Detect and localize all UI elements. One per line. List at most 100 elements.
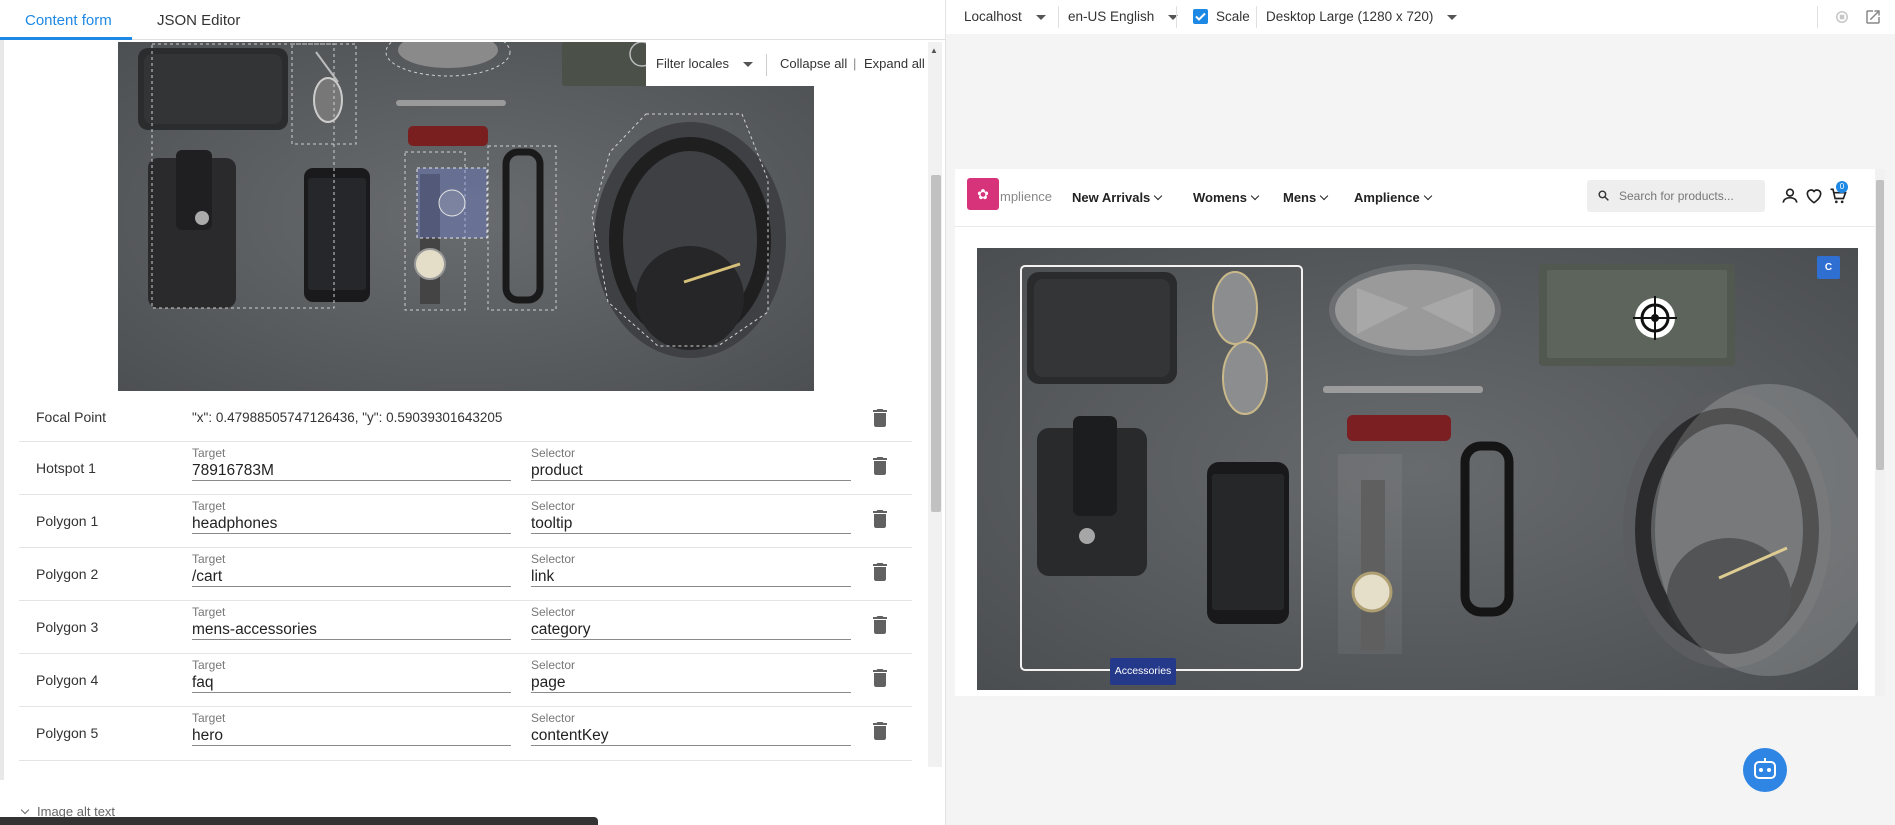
delete-trash-icon[interactable]	[868, 613, 892, 637]
locale-dropdown[interactable]: en-US English	[1068, 0, 1179, 34]
image-editor-canvas[interactable]	[118, 42, 814, 391]
form-scrollbar-thumb[interactable]	[931, 175, 941, 512]
selector-input[interactable]: tooltip	[531, 513, 851, 534]
hero-image[interactable]	[977, 248, 1858, 690]
heart-icon[interactable]	[1804, 186, 1824, 206]
target-field[interactable]: Target faq	[192, 658, 511, 693]
scale-label: Scale	[1216, 9, 1250, 24]
selector-field[interactable]: Selector page	[531, 658, 851, 693]
delete-trash-icon[interactable]	[868, 560, 892, 584]
divider	[1256, 6, 1257, 28]
divider	[1058, 6, 1059, 28]
nav-label: New Arrivals	[1072, 190, 1151, 205]
selector-field[interactable]: Selector tooltip	[531, 499, 851, 534]
hero-product-image	[977, 248, 1858, 690]
selector-input[interactable]: page	[531, 672, 851, 693]
target-label: Target	[192, 711, 226, 725]
selector-field[interactable]: Selector product	[531, 446, 851, 481]
selector-input[interactable]: link	[531, 566, 851, 587]
delete-trash-icon[interactable]	[868, 406, 892, 430]
search-input[interactable]: Search for products...	[1587, 180, 1765, 212]
form-gutter	[0, 40, 4, 780]
target-input[interactable]: hero	[192, 725, 511, 746]
status-url-bar	[0, 817, 598, 825]
target-input[interactable]: /cart	[192, 566, 511, 587]
nav-amplience[interactable]: Amplience	[1354, 190, 1432, 205]
open-in-new-icon[interactable]	[1864, 8, 1882, 26]
accessories-tag[interactable]: Accessories	[1110, 658, 1176, 685]
sync-icon[interactable]	[1833, 8, 1851, 26]
row-label: Polygon 5	[36, 725, 99, 741]
content-badge[interactable]: C	[1817, 256, 1840, 279]
gear-icon[interactable]: ✿	[967, 178, 999, 210]
selector-label: Selector	[531, 499, 576, 513]
divider	[1817, 6, 1818, 28]
assistant-bot-button[interactable]	[1743, 748, 1787, 792]
target-input[interactable]: headphones	[192, 513, 511, 534]
selector-input[interactable]: category	[531, 619, 851, 640]
polygon-row: Polygon 4 Target faq Selector page	[19, 654, 912, 707]
tab-content-form[interactable]: Content form	[25, 0, 112, 40]
chevron-down-icon	[1447, 14, 1458, 20]
environment-dropdown[interactable]: Localhost	[964, 0, 1046, 34]
target-input[interactable]: 78916783M	[192, 460, 511, 481]
target-field[interactable]: Target hero	[192, 711, 511, 746]
tab-json-editor[interactable]: JSON Editor	[157, 0, 240, 40]
target-field[interactable]: Target headphones	[192, 499, 511, 534]
target-label: Target	[192, 552, 226, 566]
selector-label: Selector	[531, 552, 576, 566]
scale-checkbox[interactable]	[1193, 9, 1208, 24]
scroll-up-arrow-icon[interactable]: ▲	[930, 46, 938, 55]
focal-point-row: Focal Point "x": 0.47988505747126436, "y…	[19, 396, 912, 442]
site-header: ✿ mplience New Arrivals Womens Mens Ampl…	[955, 169, 1884, 227]
nav-mens[interactable]: Mens	[1283, 190, 1329, 205]
user-icon[interactable]	[1780, 186, 1800, 206]
search-placeholder: Search for products...	[1619, 189, 1734, 203]
robot-icon	[1754, 758, 1776, 779]
focal-point-value: "x": 0.47988505747126436, "y": 0.5903930…	[192, 410, 503, 425]
target-input[interactable]: mens-accessories	[192, 619, 511, 640]
site-logo-text[interactable]: mplience	[1000, 189, 1052, 204]
chevron-down-icon	[1035, 14, 1046, 20]
separator-text: |	[853, 56, 857, 71]
collapse-all-link[interactable]: Collapse all	[780, 42, 847, 86]
environment-label: Localhost	[964, 9, 1022, 24]
selector-field[interactable]: Selector contentKey	[531, 711, 851, 746]
preview-scrollbar-thumb[interactable]	[1876, 180, 1884, 470]
target-field[interactable]: Target /cart	[192, 552, 511, 587]
target-label: Target	[192, 446, 226, 460]
chevron-down-icon	[1154, 191, 1163, 201]
device-dropdown[interactable]: Desktop Large (1280 x 720)	[1266, 0, 1458, 34]
target-field[interactable]: Target mens-accessories	[192, 605, 511, 640]
expand-all-link[interactable]: Expand all	[864, 42, 925, 86]
row-label: Polygon 4	[36, 672, 99, 688]
selector-field[interactable]: Selector category	[531, 605, 851, 640]
checkmark-icon	[1195, 12, 1206, 21]
delete-trash-icon[interactable]	[868, 666, 892, 690]
delete-trash-icon[interactable]	[868, 507, 892, 531]
selector-input[interactable]: product	[531, 460, 851, 481]
target-field[interactable]: Target 78916783M	[192, 446, 511, 481]
locale-label: en-US English	[1068, 9, 1155, 24]
selector-label: Selector	[531, 658, 576, 672]
hotspot-image	[118, 42, 814, 391]
delete-trash-icon[interactable]	[868, 454, 892, 478]
row-label: Polygon 2	[36, 566, 99, 582]
delete-trash-icon[interactable]	[868, 719, 892, 743]
row-label: Polygon 1	[36, 513, 99, 529]
selector-field[interactable]: Selector link	[531, 552, 851, 587]
nav-new-arrivals[interactable]: New Arrivals	[1072, 190, 1163, 205]
target-input[interactable]: faq	[192, 672, 511, 693]
divider	[766, 54, 767, 76]
preview-panel: Localhost en-US English Scale Desktop La…	[946, 0, 1895, 825]
divider	[1176, 6, 1177, 28]
site-preview: ✿ mplience New Arrivals Womens Mens Ampl…	[955, 169, 1884, 696]
selector-input[interactable]: contentKey	[531, 725, 851, 746]
preview-toolbar: Localhost en-US English Scale Desktop La…	[946, 0, 1895, 34]
active-tab-indicator	[0, 37, 132, 40]
target-label: Target	[192, 499, 226, 513]
nav-womens[interactable]: Womens	[1193, 190, 1260, 205]
filter-locales-label: Filter locales	[656, 56, 729, 71]
cart-count-badge: 0	[1836, 181, 1848, 193]
filter-locales-dropdown[interactable]: Filter locales	[656, 42, 753, 86]
